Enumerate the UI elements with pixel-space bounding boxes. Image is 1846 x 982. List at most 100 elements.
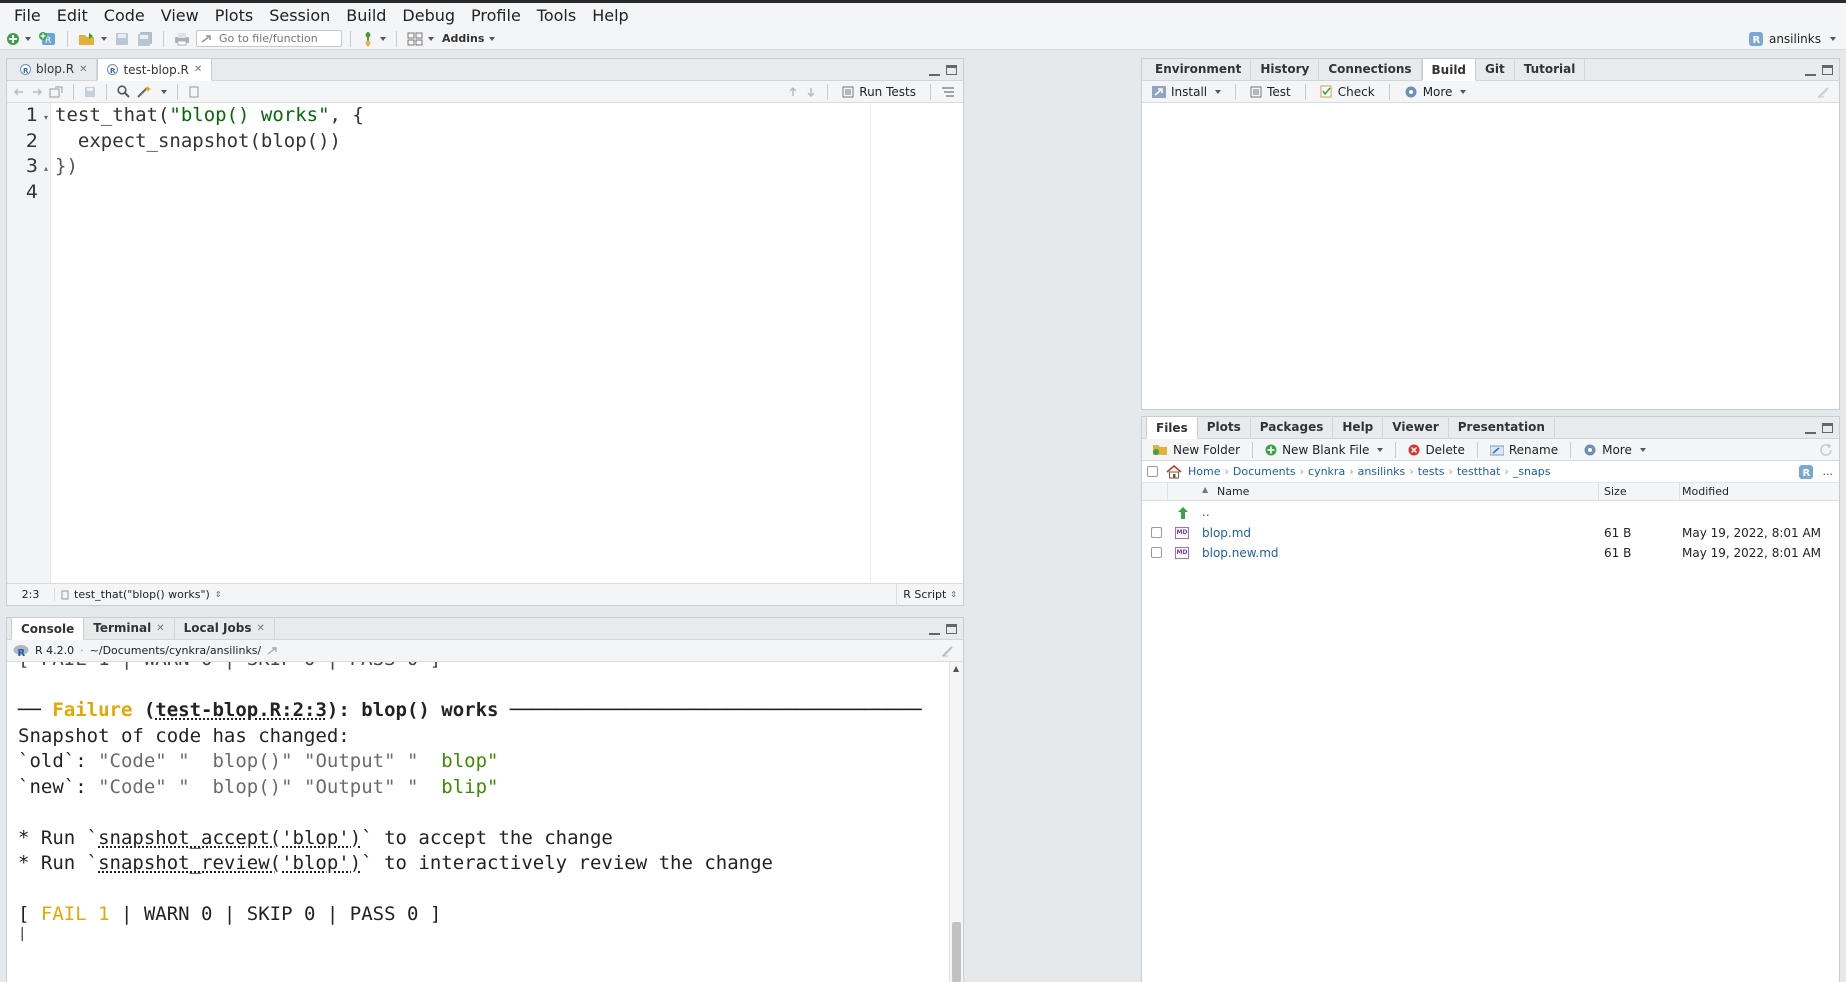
goto-input[interactable]	[219, 32, 329, 45]
select-all-checkbox[interactable]	[1147, 466, 1158, 477]
tab-files[interactable]: Files	[1146, 416, 1198, 439]
tab-console[interactable]: Console	[11, 617, 85, 640]
home-icon[interactable]	[1166, 464, 1182, 479]
tab-tutorial[interactable]: Tutorial	[1515, 58, 1586, 80]
menu-session[interactable]: Session	[261, 3, 338, 28]
pane-layout-button[interactable]	[405, 29, 436, 49]
close-icon[interactable]: ✕	[194, 64, 202, 75]
save-icon[interactable]	[84, 86, 96, 98]
breadcrumb-testthat[interactable]: testthat	[1457, 465, 1500, 478]
project-menu[interactable]: R ansilinks	[1748, 30, 1836, 48]
version-control-button[interactable]	[359, 29, 388, 49]
breadcrumb-cynkra[interactable]: cynkra	[1308, 465, 1345, 478]
tab-history[interactable]: History	[1251, 58, 1320, 80]
tab-viewer[interactable]: Viewer	[1383, 416, 1449, 438]
menu-profile[interactable]: Profile	[463, 3, 529, 28]
menu-help[interactable]: Help	[584, 3, 636, 28]
tab-presentation[interactable]: Presentation	[1449, 416, 1555, 438]
menu-tools[interactable]: Tools	[529, 3, 584, 28]
menu-file[interactable]: File	[6, 3, 49, 28]
close-icon[interactable]: ✕	[79, 64, 87, 75]
search-icon[interactable]	[117, 85, 130, 98]
more-path-button[interactable]: ...	[1823, 465, 1834, 478]
rename-button[interactable]: Rename	[1486, 441, 1562, 459]
magic-wand-icon[interactable]	[136, 85, 152, 98]
column-name[interactable]: Name	[1217, 485, 1249, 498]
file-name-link[interactable]: blop.md	[1202, 526, 1251, 540]
code-area[interactable]: test_that("blop() works", { expect_snaps…	[55, 103, 863, 583]
tab-blop-r[interactable]: R blop.R ✕	[11, 58, 98, 80]
file-checkbox[interactable]	[1151, 527, 1162, 538]
compile-report-icon[interactable]	[188, 86, 200, 98]
breadcrumb-ansilinks[interactable]: ansilinks	[1358, 465, 1406, 478]
goto-file-function-field[interactable]	[196, 30, 342, 47]
refresh-icon[interactable]	[1819, 442, 1833, 457]
tab-connections[interactable]: Connections	[1319, 58, 1422, 80]
print-button[interactable]	[172, 29, 192, 49]
back-arrow-icon[interactable]	[13, 86, 25, 98]
breadcrumb-documents[interactable]: Documents	[1233, 465, 1296, 478]
file-row[interactable]: MD blop.md 61 B May 19, 2022, 8:01 AM	[1142, 523, 1839, 543]
delete-button[interactable]: Delete	[1404, 441, 1468, 459]
test-button[interactable]: Test	[1246, 83, 1295, 101]
addins-button[interactable]: Addins	[440, 29, 497, 49]
files-more-button[interactable]: More	[1579, 441, 1650, 459]
maximize-icon[interactable]	[946, 624, 957, 634]
project-root-icon[interactable]: R	[1798, 464, 1813, 479]
snapshot-accept-link[interactable]: snapshot_accept('blop')	[98, 827, 361, 849]
tab-test-blop-r[interactable]: R test-blop.R ✕	[97, 58, 213, 81]
tab-help[interactable]: Help	[1333, 416, 1384, 438]
save-button[interactable]	[113, 29, 131, 49]
tab-plots[interactable]: Plots	[1198, 416, 1251, 438]
up-arrow-icon[interactable]	[787, 86, 799, 98]
new-project-button[interactable]: R	[37, 29, 59, 49]
file-row[interactable]: MD blop.new.md 61 B May 19, 2022, 8:01 A…	[1142, 543, 1839, 563]
parent-directory-link[interactable]: ..	[1202, 505, 1210, 519]
tab-build[interactable]: Build	[1421, 58, 1477, 81]
minimize-icon[interactable]	[929, 65, 940, 76]
close-icon[interactable]: ✕	[257, 623, 265, 634]
show-in-window-icon[interactable]	[49, 86, 63, 98]
file-type-selector[interactable]: R Script ⇕	[896, 583, 963, 606]
failure-location-link[interactable]: test-blop.R:2:3	[155, 699, 327, 721]
console-scrollbar[interactable]: ▲	[949, 662, 963, 982]
fold-arrow-icon[interactable]: ▴	[44, 156, 48, 182]
install-button[interactable]: Install	[1148, 83, 1225, 101]
maximize-icon[interactable]	[1822, 423, 1833, 433]
snapshot-review-link[interactable]: snapshot_review('blop')	[98, 852, 361, 874]
document-outline-icon[interactable]	[941, 86, 955, 98]
tab-git[interactable]: Git	[1476, 58, 1515, 80]
menu-edit[interactable]: Edit	[49, 3, 96, 28]
forward-arrow-icon[interactable]	[31, 86, 43, 98]
menu-debug[interactable]: Debug	[394, 3, 463, 28]
breadcrumb-snaps[interactable]: _snaps	[1513, 465, 1551, 478]
menu-view[interactable]: View	[153, 3, 207, 28]
minimize-icon[interactable]	[929, 624, 940, 635]
down-arrow-icon[interactable]	[805, 86, 817, 98]
maximize-icon[interactable]	[1822, 65, 1833, 75]
breadcrumb-home[interactable]: Home	[1188, 465, 1220, 478]
more-button[interactable]: More	[1400, 83, 1471, 101]
scope-selector[interactable]: test_that("blop() works") ⇕	[55, 588, 222, 601]
check-button[interactable]: Check	[1316, 83, 1379, 101]
tab-environment[interactable]: Environment	[1146, 58, 1252, 80]
minimize-icon[interactable]	[1805, 423, 1816, 434]
goto-directory-icon[interactable]	[267, 646, 279, 656]
parent-directory-row[interactable]: ..	[1142, 503, 1839, 523]
run-tests-button[interactable]: Run Tests	[838, 83, 920, 101]
maximize-icon[interactable]	[946, 65, 957, 75]
tab-terminal[interactable]: Terminal ✕	[84, 617, 175, 639]
minimize-icon[interactable]	[1805, 65, 1816, 76]
clear-console-icon[interactable]	[941, 645, 955, 657]
open-file-button[interactable]	[76, 29, 109, 49]
new-blank-file-button[interactable]: New Blank File	[1261, 441, 1387, 459]
fold-arrow-icon[interactable]: ▾	[44, 105, 48, 131]
new-file-button[interactable]	[4, 29, 33, 49]
console-output[interactable]: [ FAIL 1 | WARN 0 | SKIP 0 | PASS 0 ] ──…	[7, 662, 949, 982]
menu-code[interactable]: Code	[96, 3, 153, 28]
console-prompt[interactable]: |	[7, 927, 949, 942]
breadcrumb-tests[interactable]: tests	[1418, 465, 1445, 478]
file-name-link[interactable]: blop.new.md	[1202, 546, 1279, 560]
column-modified[interactable]: Modified	[1682, 485, 1729, 498]
scrollbar-thumb[interactable]	[952, 922, 961, 982]
